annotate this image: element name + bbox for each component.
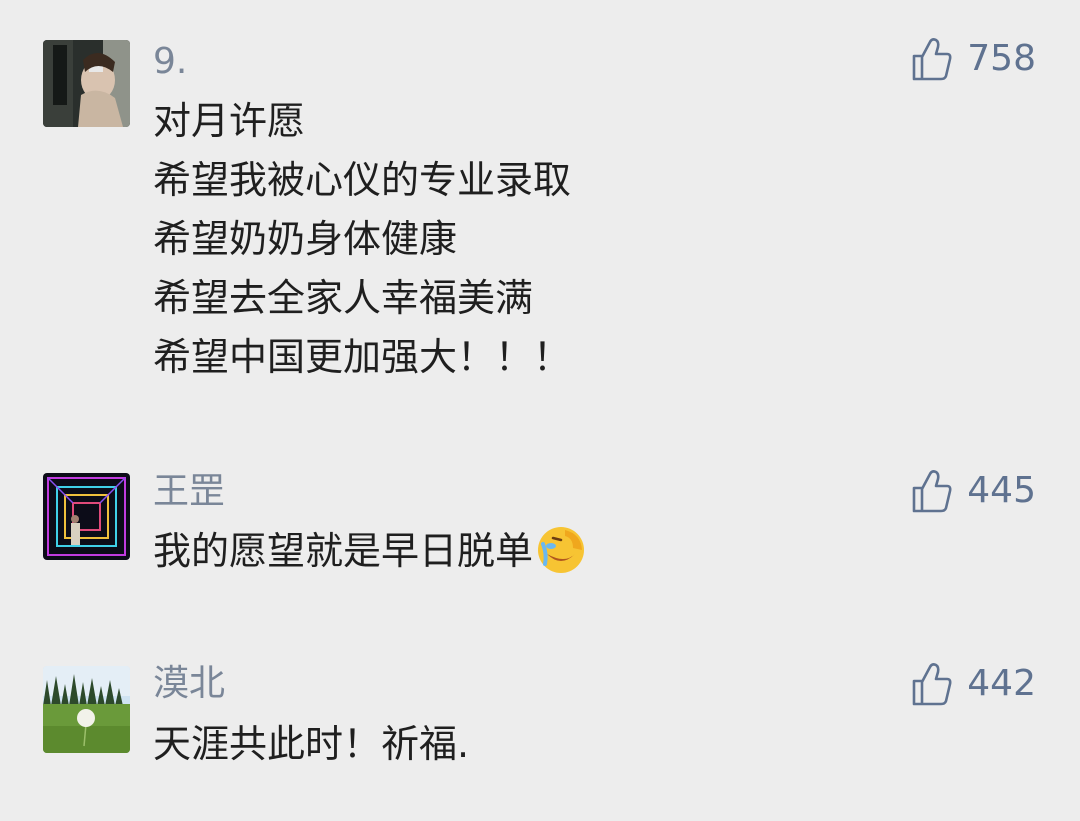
comment-line: 对月许愿: [153, 99, 306, 143]
avatar-photo-dandelion-field-icon: [43, 666, 130, 753]
username[interactable]: 9.: [153, 44, 187, 80]
comment-line: 希望中国更加强大！！！: [153, 335, 572, 379]
username[interactable]: 王罡: [153, 474, 225, 510]
comment-line: 希望我被心仪的专业录取: [153, 158, 572, 202]
thumbs-up-icon: [912, 663, 952, 706]
thumbs-up-icon: [912, 38, 952, 81]
like-button[interactable]: 758: [911, 36, 1036, 82]
like-button[interactable]: 445: [911, 468, 1036, 514]
avatar[interactable]: [43, 473, 130, 560]
comment-line-text: 我的愿望就是早日脱单: [153, 529, 534, 573]
comment-line: 天涯共此时！祈福.: [153, 722, 470, 766]
like-button[interactable]: 442: [911, 661, 1036, 707]
comment-item: 9. 758 对月许愿 希望我被心仪的专业录取 希望奶奶身体健康 希望去全家人幸…: [0, 0, 1080, 420]
avatar-photo-selfie-icon: [43, 40, 130, 127]
avatar-photo-neon-tunnel-icon: [43, 473, 130, 560]
facepalm-crying-emoji-icon: [538, 526, 585, 573]
username[interactable]: 漠北: [153, 666, 225, 702]
thumbs-up-icon: [912, 470, 952, 513]
comment-text: 对月许愿 希望我被心仪的专业录取 希望奶奶身体健康 希望去全家人幸福美满 希望中…: [153, 92, 571, 387]
comment-line: 希望去全家人幸福美满: [153, 276, 534, 320]
comment-text: 天涯共此时！祈福.: [153, 715, 469, 774]
like-count: 445: [967, 470, 1036, 511]
like-count: 442: [967, 663, 1036, 704]
like-count: 758: [967, 38, 1036, 79]
comment-text: 我的愿望就是早日脱单: [153, 522, 587, 581]
comment-line: 希望奶奶身体健康: [153, 217, 458, 261]
avatar[interactable]: [43, 40, 130, 127]
comment-line: 我的愿望就是早日脱单: [153, 522, 587, 581]
avatar[interactable]: [43, 666, 130, 753]
